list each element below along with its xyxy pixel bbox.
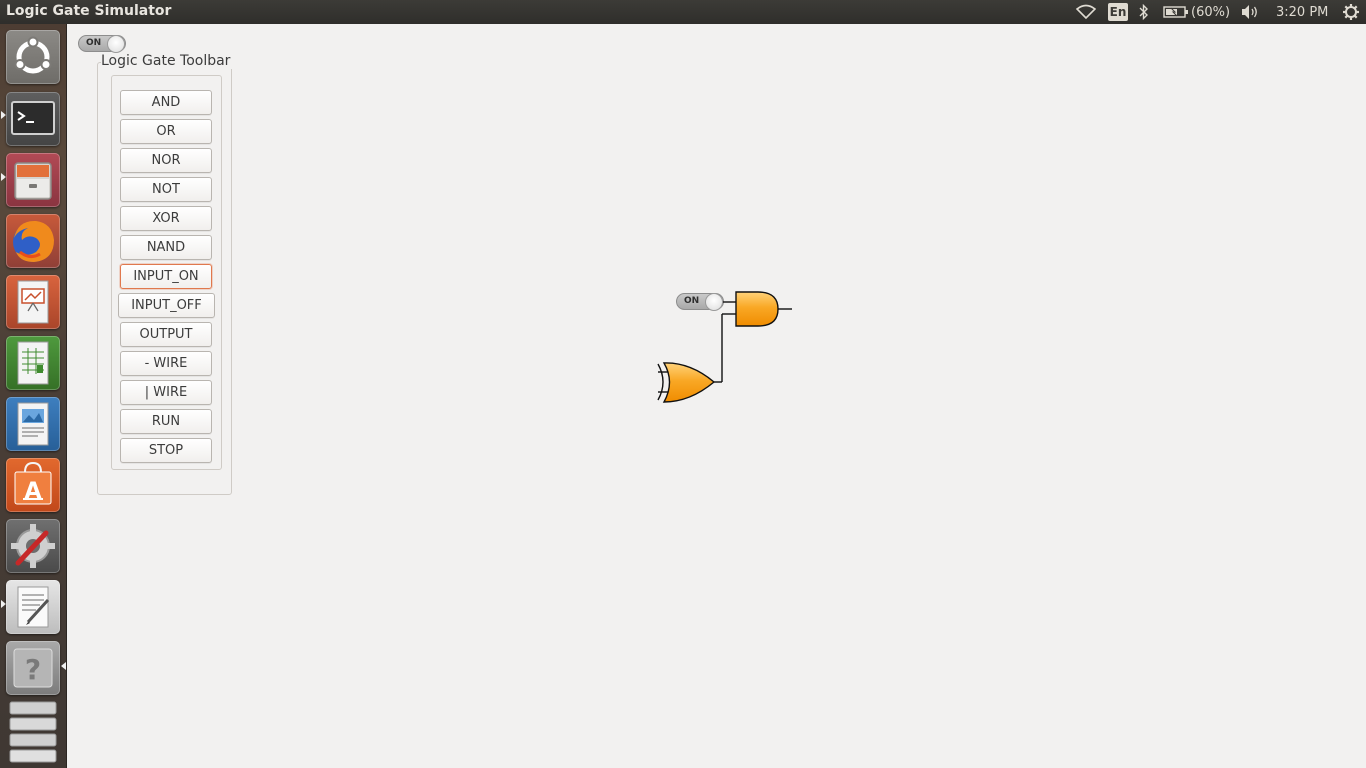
svg-text:A: A: [24, 479, 41, 504]
active-window-indicator: [61, 662, 66, 670]
shopping-bag-icon: A: [14, 461, 52, 505]
software-center-launcher[interactable]: A: [6, 458, 60, 512]
horizontal-wire-button[interactable]: - WIRE: [120, 351, 212, 376]
clock[interactable]: 3:20 PM: [1276, 0, 1328, 24]
bluetooth-icon[interactable]: [1139, 0, 1149, 24]
text-editor-icon: [17, 586, 50, 628]
battery-icon: [1163, 6, 1188, 18]
or-button[interactable]: OR: [120, 119, 212, 144]
settings-gear-icon[interactable]: [1342, 0, 1360, 24]
output-button[interactable]: OUTPUT: [120, 322, 212, 347]
stop-button[interactable]: STOP: [120, 438, 212, 463]
text-editor-launcher[interactable]: [6, 580, 60, 634]
calc-launcher[interactable]: [6, 336, 60, 390]
workspace-switcher[interactable]: [6, 698, 60, 768]
wrench-gear-icon: [11, 524, 55, 568]
question-icon: ?: [13, 648, 53, 688]
input-toggle-knob: [705, 293, 723, 311]
input-on-button[interactable]: INPUT_ON: [120, 264, 212, 289]
run-button[interactable]: RUN: [120, 409, 212, 434]
system-settings-launcher[interactable]: [6, 519, 60, 573]
launcher: A ?: [0, 24, 67, 768]
file-cabinet-icon: [14, 162, 52, 200]
top-panel: Logic Gate Simulator En (60%) 3:20 PM: [0, 0, 1366, 24]
writer-launcher[interactable]: [6, 397, 60, 451]
terminal-launcher[interactable]: [6, 92, 60, 146]
battery-percent: (60%): [1191, 4, 1231, 20]
ubuntu-logo-icon: [14, 36, 52, 74]
firefox-launcher[interactable]: [6, 214, 60, 268]
main-on-toggle[interactable]: ON: [78, 35, 126, 53]
clock-label: 3:20 PM: [1276, 4, 1329, 20]
xor-gate[interactable]: [657, 362, 716, 403]
and-gate[interactable]: [723, 291, 792, 327]
firefox-icon: [13, 220, 54, 262]
input-toggle-label: ON: [684, 296, 700, 306]
volume-icon[interactable]: [1240, 0, 1260, 24]
toggle-label: ON: [86, 38, 102, 48]
language-label: En: [1108, 3, 1128, 21]
spreadsheet-icon: [17, 341, 49, 385]
nor-button[interactable]: NOR: [120, 148, 212, 173]
input-off-button[interactable]: INPUT_OFF: [118, 293, 215, 318]
help-launcher[interactable]: ?: [6, 641, 60, 695]
keyboard-layout-indicator[interactable]: En: [1108, 0, 1128, 24]
not-button[interactable]: NOT: [120, 177, 212, 202]
and-button[interactable]: AND: [120, 90, 212, 115]
ubuntu-dash-button[interactable]: [6, 30, 60, 84]
wifi-icon[interactable]: [1076, 0, 1096, 24]
window-title: Logic Gate Simulator: [6, 3, 172, 19]
toolbar-title: Logic Gate Toolbar: [101, 53, 233, 69]
vertical-wire-button[interactable]: | WIRE: [120, 380, 212, 405]
presentation-icon: [17, 280, 49, 324]
impress-launcher[interactable]: [6, 275, 60, 329]
workspace-stack-icon: [9, 701, 57, 763]
wire[interactable]: [714, 313, 736, 383]
files-launcher[interactable]: [6, 153, 60, 207]
battery-indicator[interactable]: (60%): [1163, 0, 1230, 24]
input-on-toggle[interactable]: ON: [676, 293, 724, 311]
xor-button[interactable]: XOR: [120, 206, 212, 231]
terminal-icon: [11, 101, 55, 135]
svg-text:?: ?: [25, 653, 41, 686]
nand-button[interactable]: NAND: [120, 235, 212, 260]
toggle-knob: [107, 35, 125, 53]
document-icon: [17, 402, 49, 446]
